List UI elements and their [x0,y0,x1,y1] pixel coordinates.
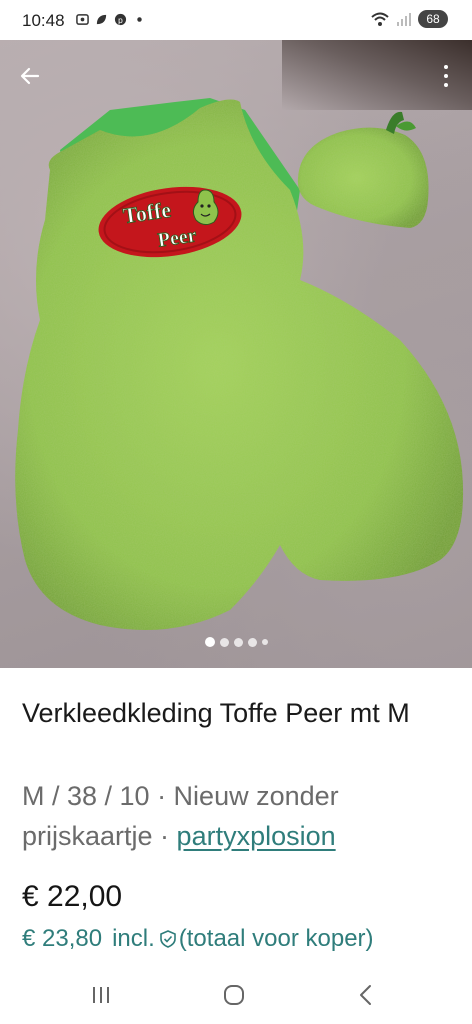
gallery-pagination [0,637,472,647]
back-icon [360,985,371,1005]
screenshot-icon [76,14,89,25]
more-options-button[interactable] [436,58,456,94]
pagination-dot[interactable] [261,639,268,645]
recent-apps-button[interactable] [81,980,121,1010]
pagination-dot-active[interactable] [204,637,215,647]
home-icon [224,985,244,1005]
seller-link[interactable]: partyxplosion [177,821,336,851]
costume-image: Toffe Peer [15,98,464,631]
hat-leaf [396,121,416,131]
listing-price: € 22,00 [22,880,123,913]
wifi-icon [371,12,389,26]
svg-text:p: p [118,15,123,25]
signal-icon [397,13,411,26]
pagination-dot[interactable] [219,637,229,647]
listing-title: Verkleedkleding Toffe Peer mt M [22,698,410,728]
shield-check-icon [159,930,176,948]
status-time: 10:48 [22,11,65,30]
battery-indicator: 68 [418,10,448,28]
system-back-button[interactable] [346,980,386,1010]
pagination-dot[interactable] [233,637,243,647]
status-right: 68 [370,10,448,28]
more-vertical-icon-dot [444,65,448,69]
pinterest-icon: p [114,13,127,26]
price-incl-label: incl. [112,925,155,952]
home-button[interactable] [214,980,254,1010]
more-vertical-icon-dot [444,83,448,87]
costume-hat [297,127,429,228]
leaf-icon [96,14,107,25]
listing-details: M / 38 / 10 · Nieuw zonder prijskaartje … [22,776,462,856]
notification-dot-icon [137,17,142,22]
back-button[interactable] [14,60,46,92]
status-bar: 10:48 p 68 [0,0,472,40]
recent-apps-icon [93,987,109,1003]
pagination-dot[interactable] [247,637,257,647]
price-incl-note: (totaal voor koper) [178,925,374,952]
status-notification-icons: p [76,13,146,26]
listing-photo-gallery[interactable]: Toffe Peer [0,40,472,668]
price-incl-fee[interactable]: € 23,80 incl. (totaal voor koper) [22,925,374,953]
price-incl-amount: € 23,80 [22,925,103,952]
more-vertical-icon-dot [444,74,448,78]
system-navigation-bar [0,968,472,1024]
arrow-left-icon [20,67,40,85]
